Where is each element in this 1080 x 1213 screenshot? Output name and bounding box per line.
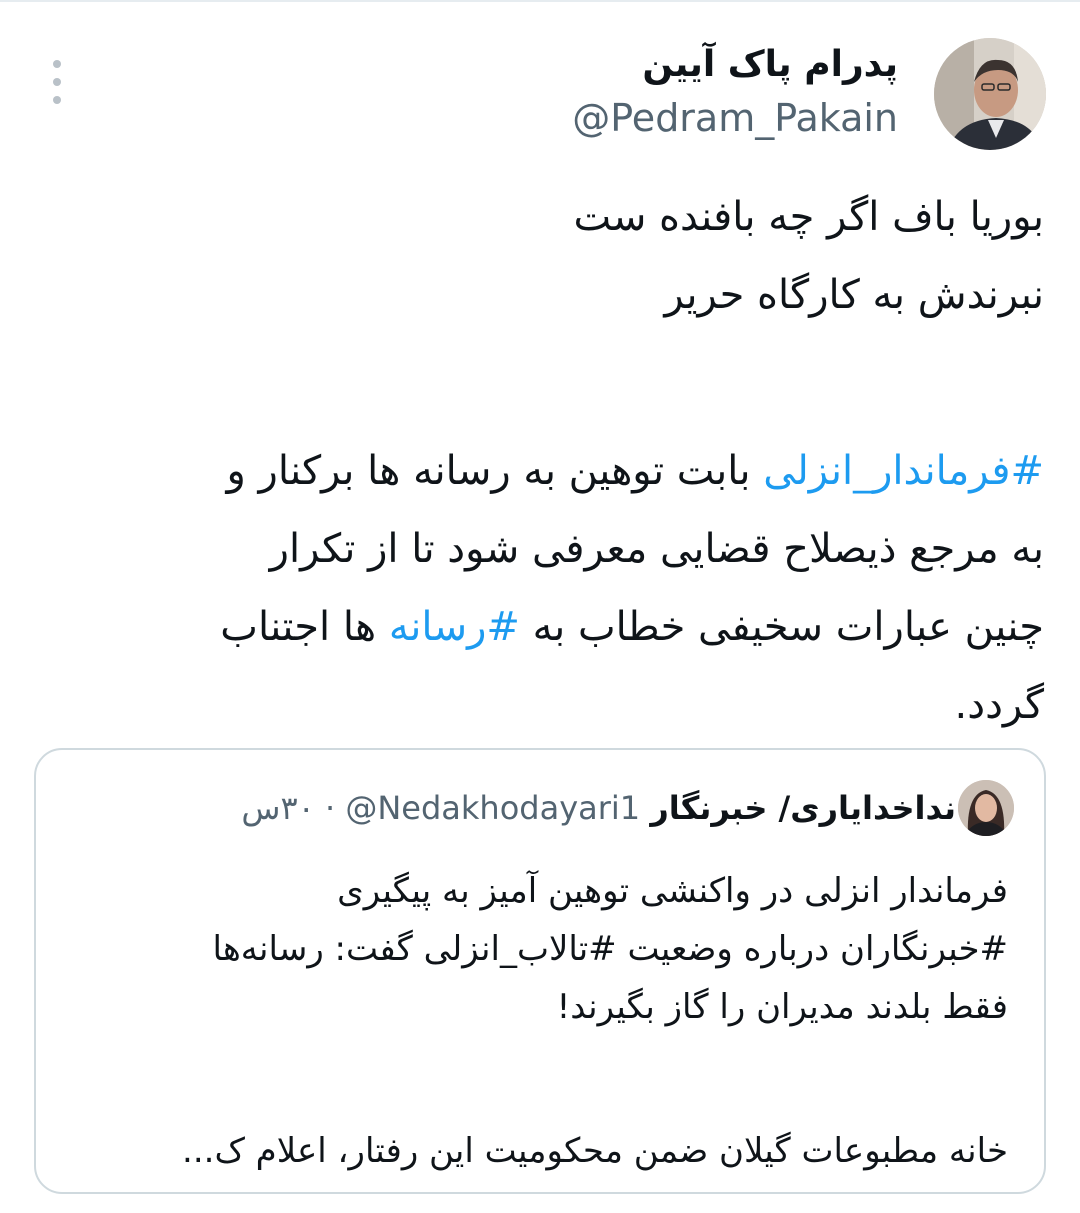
tweet-line: نبرندش به کارگاه حریر <box>664 272 1044 318</box>
header-separator: · <box>324 789 336 827</box>
tweet-body: بوریا باف اگر چه بافنده ست نبرندش به کار… <box>44 178 1044 744</box>
dot <box>53 78 61 86</box>
more-options-icon[interactable] <box>46 60 68 104</box>
quoted-author-name[interactable]: نداخدایاری/ خبرنگار <box>650 789 956 827</box>
tweet-line: #فرماندار_انزلی بابت توهین به رسانه ها ب… <box>44 432 1044 510</box>
quoted-tweet-body: فرماندار انزلی در واکنشی توهین آمیز به پ… <box>68 862 1008 1180</box>
tweet-line: گردد. <box>954 682 1044 728</box>
dot <box>53 60 61 68</box>
quoted-author-avatar[interactable] <box>958 780 1014 836</box>
quoted-tweet-line: #خبرنگاران درباره وضعیت #تالاب_انزلی گفت… <box>212 929 1009 969</box>
quoted-tweet-timestamp[interactable]: ۳۰س <box>241 789 314 827</box>
tweet-line: به مرجع ذیصلاح قضایی معرفی شود تا از تکر… <box>269 526 1044 572</box>
quoted-author-avatar-photo <box>958 780 1014 836</box>
quoted-tweet-line: فقط بلدند مدیران را گاز بگیرند! <box>556 987 1008 1027</box>
author-avatar-photo <box>934 38 1046 150</box>
quoted-tweet-line: فرماندار انزلی در واکنشی توهین آمیز به پ… <box>337 871 1008 911</box>
dot <box>53 96 61 104</box>
tweet-text-segment: چنین عبارات سخیفی خطاب به <box>519 604 1044 650</box>
quoted-tweet-header: نداخدایاری/ خبرنگار @Nedakhodayari1 · ۳۰… <box>241 786 956 830</box>
tweet-text-segment: ها اجتناب <box>220 604 389 650</box>
tweet-line: بوریا باف اگر چه بافنده ست <box>573 194 1044 240</box>
quoted-tweet-blank-line <box>68 1036 1008 1122</box>
tweet-text-segment: بابت توهین به رسانه ها برکنار و <box>226 448 764 494</box>
tweet-line: چنین عبارات سخیفی خطاب به #رسانه ها اجتن… <box>44 588 1044 666</box>
author-handle[interactable]: @Pedram_Pakain <box>572 96 898 140</box>
quoted-author-handle[interactable]: @Nedakhodayari1 <box>345 789 640 827</box>
quoted-tweet-card[interactable]: نداخدایاری/ خبرنگار @Nedakhodayari1 · ۳۰… <box>34 748 1046 1194</box>
author-display-name[interactable]: پدرام پاک آیین <box>642 44 898 85</box>
author-avatar[interactable] <box>934 38 1046 150</box>
hashtag-link[interactable]: #فرماندار_انزلی <box>763 448 1044 494</box>
quoted-tweet-line: خانه مطبوعات گیلان ضمن محکومیت این رفتار… <box>182 1131 1008 1171</box>
hashtag-link[interactable]: #رسانه <box>389 604 520 650</box>
top-divider <box>0 0 1080 2</box>
